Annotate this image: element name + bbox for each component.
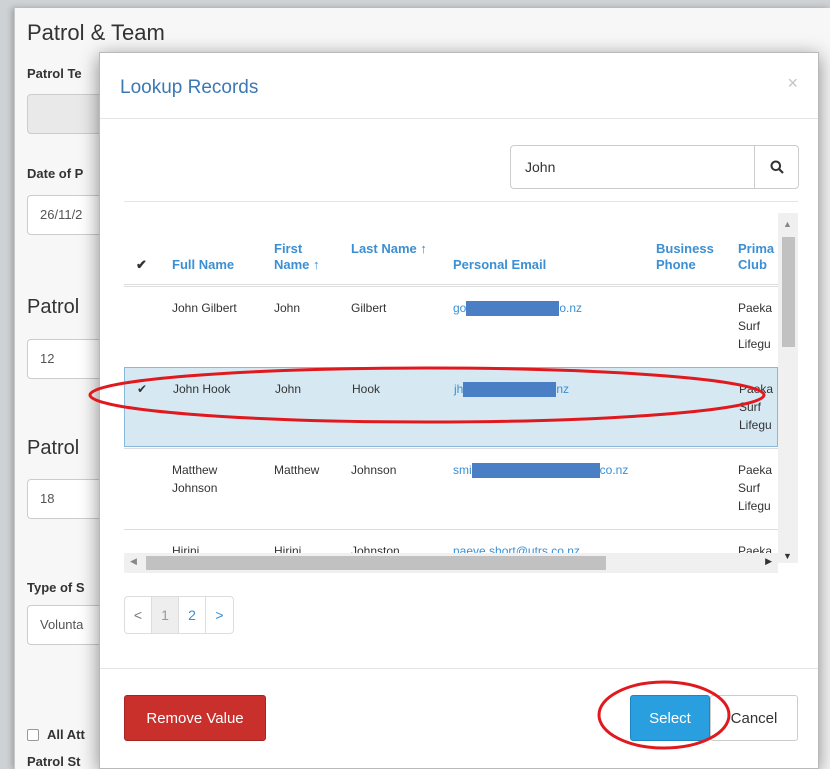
search-icon <box>770 160 784 174</box>
cell-email: smi co.nz <box>453 461 648 479</box>
email-end: o.nz <box>559 301 583 315</box>
column-business-phone[interactable]: Business Phone <box>656 241 724 273</box>
patrol-team-label: Patrol Te <box>27 66 82 81</box>
cell-last-name: Hook <box>352 382 381 396</box>
email-end: nz <box>556 382 570 396</box>
email-end: co.nz <box>599 463 629 477</box>
search-input[interactable] <box>510 145 754 189</box>
date-label: Date of P <box>27 166 84 181</box>
modal-header: Lookup Records × <box>100 53 818 119</box>
column-primary-club[interactable]: Prima Club <box>738 241 778 273</box>
all-attendees-checkbox[interactable]: All Att <box>27 727 85 742</box>
remove-value-button[interactable]: Remove Value <box>124 695 266 741</box>
pager-next-button[interactable]: > <box>206 597 233 633</box>
redaction-bar <box>463 382 557 398</box>
cell-first-name: Matthew <box>274 463 320 477</box>
checkbox-box[interactable] <box>27 728 39 741</box>
search-box <box>510 145 799 189</box>
email-start: smi <box>453 463 472 477</box>
scroll-right-arrow-icon[interactable]: ▶ <box>765 556 772 567</box>
cell-email: go o.nz <box>453 299 648 317</box>
selected-check-icon: ✔ <box>137 382 148 396</box>
page-title: Patrol & Team <box>27 20 165 45</box>
horizontal-scrollbar[interactable]: ◀ ▶ <box>124 553 778 573</box>
grid-header: ✔ Full Name First Name ↑ Last Name ↑ Per… <box>124 213 778 285</box>
horizontal-scroll-thumb[interactable] <box>146 556 606 570</box>
email-start: go <box>453 301 467 315</box>
select-button[interactable]: Select <box>630 695 710 741</box>
close-icon[interactable]: × <box>787 73 798 94</box>
cancel-button[interactable]: Cancel <box>710 695 798 741</box>
vertical-scroll-thumb[interactable] <box>782 237 795 347</box>
cell-first-name: John <box>275 382 302 396</box>
pager-page-2[interactable]: 2 <box>179 597 206 633</box>
cell-club: Paeka Surf Lifegu <box>738 301 773 351</box>
pager-prev-button[interactable]: < <box>125 597 152 633</box>
search-button[interactable] <box>754 145 799 189</box>
column-last-name[interactable]: Last Name ↑ <box>351 241 431 257</box>
scroll-up-arrow-icon[interactable]: ▲ <box>783 219 792 229</box>
redaction-bar <box>466 301 560 317</box>
cell-club: Paeka Surf Lifegu <box>739 382 774 432</box>
column-personal-email[interactable]: Personal Email <box>453 257 648 273</box>
column-full-name[interactable]: Full Name <box>172 257 268 273</box>
cell-full-name: Matthew Johnson <box>172 463 218 495</box>
check-all-icon[interactable]: ✔ <box>136 257 147 273</box>
table-row-selected[interactable]: ✔ John Hook John Hook jh nz Paeka Surf Li… <box>124 367 778 447</box>
patrol-section-heading-2: Patrol <box>27 437 80 459</box>
pager-page-1[interactable]: 1 <box>152 597 179 633</box>
modal-title: Lookup Records <box>120 77 259 98</box>
cell-full-name: John Hook <box>173 382 231 396</box>
type-label: Type of S <box>27 580 85 595</box>
footer-divider <box>100 668 818 669</box>
pagination: < 1 2 > <box>124 596 234 634</box>
scroll-left-arrow-icon[interactable]: ◀ <box>130 556 137 567</box>
patrol-status-label: Patrol St <box>27 754 81 769</box>
column-first-name[interactable]: First Name ↑ <box>274 241 334 273</box>
records-grid: ✔ Full Name First Name ↑ Last Name ↑ Per… <box>124 213 778 566</box>
all-attendees-label: All Att <box>47 727 85 742</box>
redaction-bar <box>471 463 600 479</box>
vertical-scrollbar[interactable]: ▲ ▼ <box>778 213 798 563</box>
table-row[interactable]: John Gilbert John Gilbert go o.nz Paeka S… <box>124 286 778 366</box>
scroll-down-arrow-icon[interactable]: ▼ <box>783 551 792 561</box>
lookup-records-modal: Lookup Records × ✔ Full Name First Name … <box>99 52 819 769</box>
cell-last-name: Gilbert <box>351 301 387 315</box>
email-start: jh <box>454 382 464 396</box>
patrol-section-heading: Patrol <box>27 296 80 318</box>
cell-full-name: John Gilbert <box>172 301 237 315</box>
cell-club: Paeka Surf Lifegu <box>738 463 773 513</box>
cell-email: jh nz <box>454 380 649 398</box>
divider <box>124 201 798 202</box>
cell-first-name: John <box>274 301 301 315</box>
cell-last-name: Johnson <box>351 463 397 477</box>
table-row[interactable]: Matthew Johnson Matthew Johnson smi co.nz… <box>124 448 778 528</box>
